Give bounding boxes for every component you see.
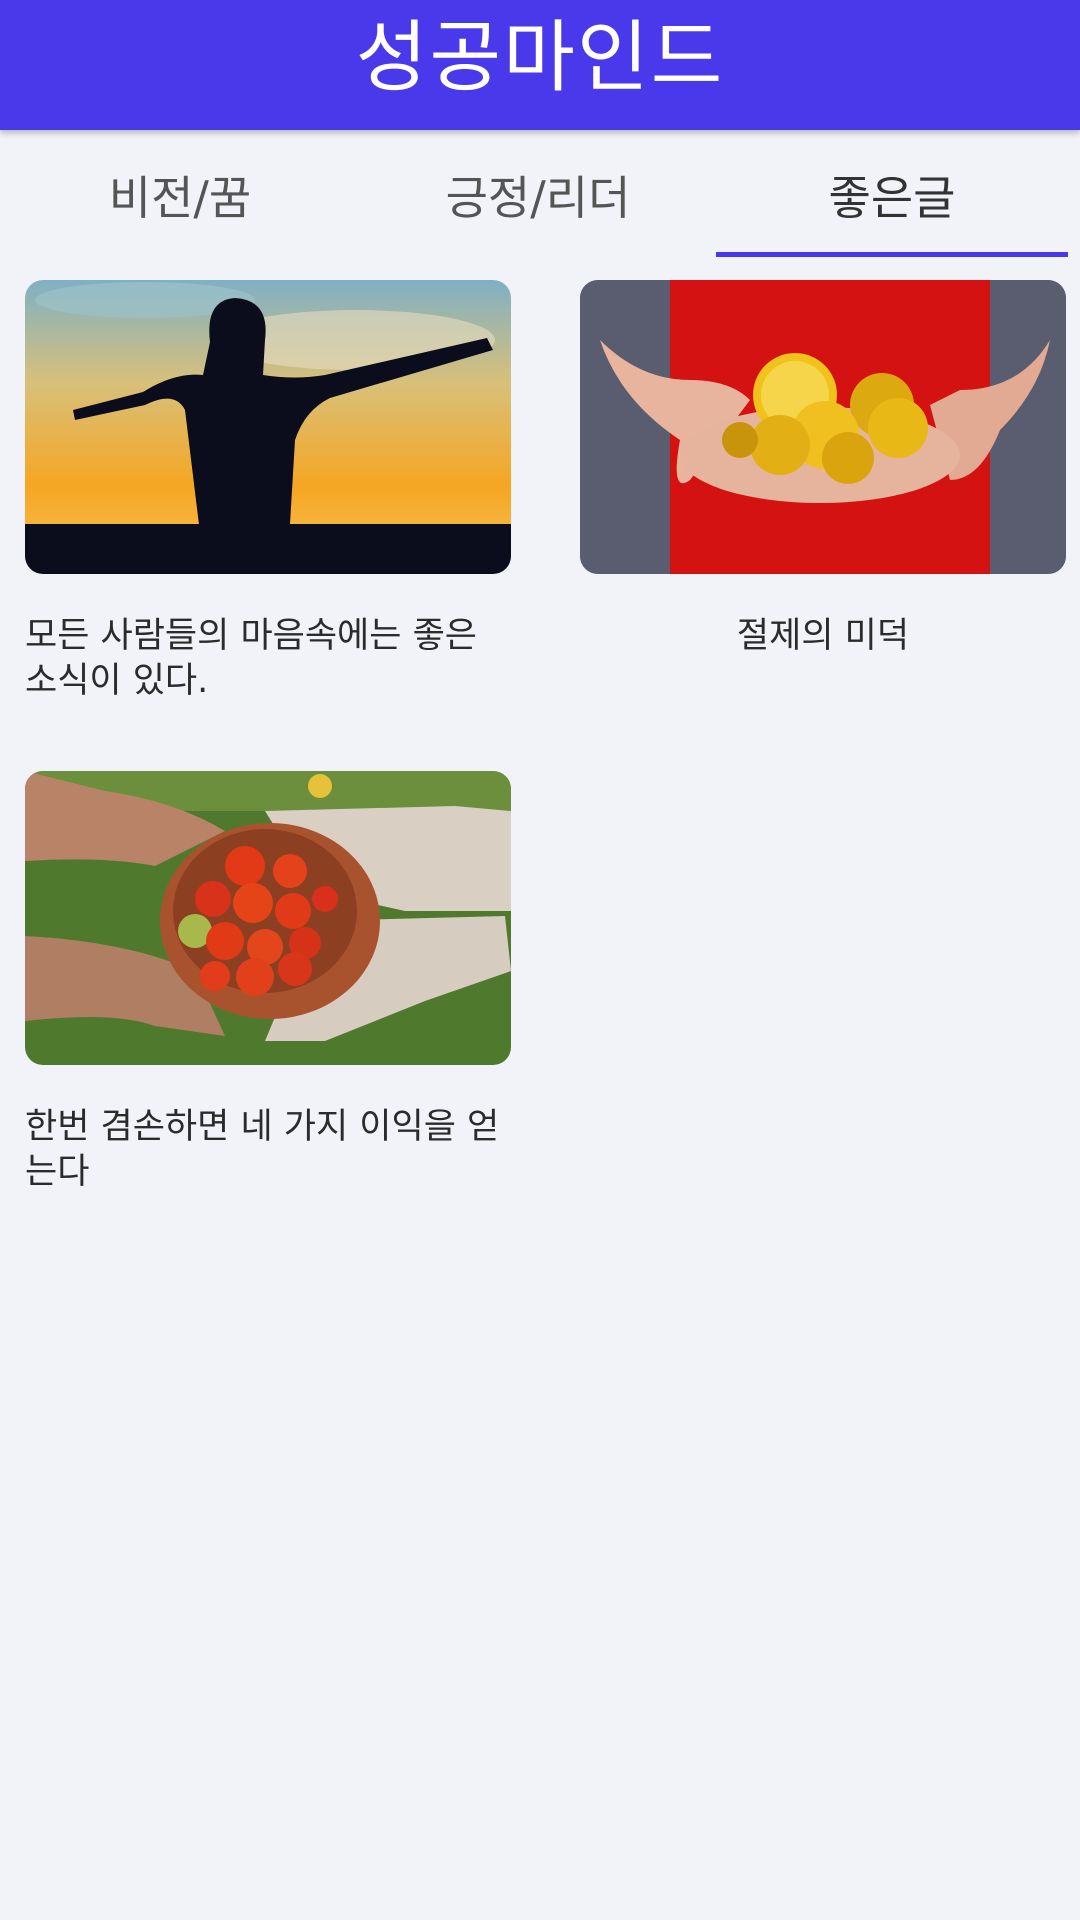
post-card[interactable]: 모든 사람들의 마음속에는 좋은 소식이 있다. xyxy=(25,280,511,701)
tab-positive-leader[interactable]: 긍정/리더 xyxy=(360,130,716,260)
post-caption: 절제의 미덕 xyxy=(736,616,910,656)
app-bar: 성공마인드 xyxy=(0,0,1080,130)
gold-coins-in-hands-photo xyxy=(580,280,1066,574)
post-card[interactable]: 절제의 미덕 xyxy=(580,280,1066,700)
post-card[interactable]: 한번 겸손하면 네 가지 이익을 얻는다 xyxy=(25,771,511,1192)
post-caption: 한번 겸손하면 네 가지 이익을 얻는다 xyxy=(25,1107,500,1192)
tab-good-writing[interactable]: 좋은글 xyxy=(716,130,1068,260)
active-tab-indicator xyxy=(716,252,1068,257)
silhouette-sunset-photo xyxy=(25,280,511,574)
post-caption: 모든 사람들의 마음속에는 좋은 소식이 있다. xyxy=(25,616,477,701)
tomatoes-bowl-hands-photo xyxy=(25,771,511,1065)
app-title: 성공마인드 xyxy=(355,13,725,103)
tab-bar: 비전/꿈 긍정/리더 좋은글 xyxy=(0,130,1080,260)
tab-vision-dream[interactable]: 비전/꿈 xyxy=(0,130,360,260)
